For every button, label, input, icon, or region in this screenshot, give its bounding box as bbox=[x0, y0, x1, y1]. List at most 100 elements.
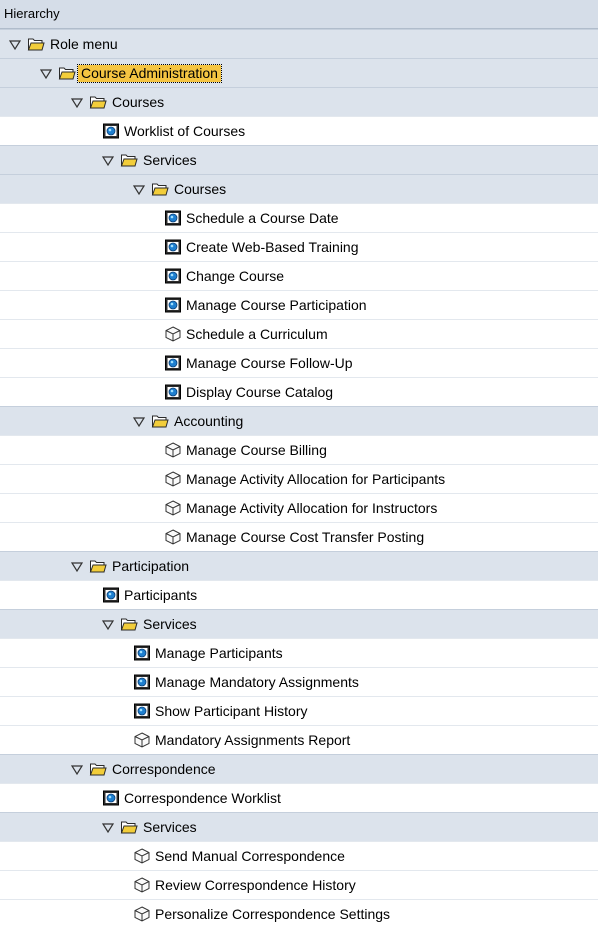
tree-folder-participation[interactable]: Participation bbox=[0, 551, 598, 580]
folder-open-icon bbox=[89, 760, 107, 778]
cube-icon bbox=[133, 847, 151, 865]
tree-item-manage-course-participation[interactable]: Manage Course Participation bbox=[0, 290, 598, 319]
tree-folder-services[interactable]: Services bbox=[0, 609, 598, 638]
tree-item-label: Manage Mandatory Assignments bbox=[155, 674, 359, 690]
tree-item-send-manual-correspondence[interactable]: Send Manual Correspondence bbox=[0, 841, 598, 870]
expand-arrow-icon[interactable] bbox=[101, 618, 115, 631]
tree-item-label: Correspondence Worklist bbox=[124, 790, 281, 806]
tree-folder-label: Role menu bbox=[50, 36, 118, 52]
tree-folder-courses[interactable]: Courses bbox=[0, 174, 598, 203]
tree-item-schedule-a-curriculum[interactable]: Schedule a Curriculum bbox=[0, 319, 598, 348]
folder-open-icon bbox=[89, 557, 107, 575]
tree-item-label: Review Correspondence History bbox=[155, 877, 356, 893]
cube-icon bbox=[164, 441, 182, 459]
tree-item-label: Manage Activity Allocation for Participa… bbox=[186, 471, 446, 487]
transaction-icon bbox=[164, 238, 182, 256]
tree-item-create-web-based-training[interactable]: Create Web-Based Training bbox=[0, 232, 598, 261]
transaction-icon bbox=[133, 644, 151, 662]
tree-folder-services[interactable]: Services bbox=[0, 812, 598, 841]
tree-item-mandatory-assignments-report[interactable]: Mandatory Assignments Report bbox=[0, 725, 598, 754]
tree-item-schedule-a-course-date[interactable]: Schedule a Course Date bbox=[0, 203, 598, 232]
cube-icon bbox=[133, 731, 151, 749]
expand-arrow-icon[interactable] bbox=[132, 415, 146, 428]
transaction-icon bbox=[164, 354, 182, 372]
folder-open-icon bbox=[151, 180, 169, 198]
tree-item-review-correspondence-history[interactable]: Review Correspondence History bbox=[0, 870, 598, 899]
expand-arrow-icon[interactable] bbox=[70, 763, 84, 776]
transaction-icon bbox=[133, 702, 151, 720]
tree-item-manage-activity-allocation-for-participants[interactable]: Manage Activity Allocation for Participa… bbox=[0, 464, 598, 493]
tree-item-display-course-catalog[interactable]: Display Course Catalog bbox=[0, 377, 598, 406]
cube-icon bbox=[164, 470, 182, 488]
folder-open-icon bbox=[120, 615, 138, 633]
transaction-icon bbox=[164, 383, 182, 401]
tree-item-correspondence-worklist[interactable]: Correspondence Worklist bbox=[0, 783, 598, 812]
tree-item-manage-participants[interactable]: Manage Participants bbox=[0, 638, 598, 667]
tree-item-label: Manage Course Cost Transfer Posting bbox=[186, 529, 425, 545]
transaction-icon bbox=[102, 586, 120, 604]
tree-item-show-participant-history[interactable]: Show Participant History bbox=[0, 696, 598, 725]
transaction-icon bbox=[164, 209, 182, 227]
tree-item-label: Participants bbox=[124, 587, 198, 603]
transaction-icon bbox=[102, 122, 120, 140]
tree-folder-accounting[interactable]: Accounting bbox=[0, 406, 598, 435]
tree-folder-label: Services bbox=[143, 616, 197, 632]
cube-icon bbox=[164, 528, 182, 546]
tree-item-manage-course-cost-transfer-posting[interactable]: Manage Course Cost Transfer Posting bbox=[0, 522, 598, 551]
hierarchy-tree: Hierarchy Role menu Course Administration… bbox=[0, 0, 598, 928]
folder-open-icon bbox=[27, 35, 45, 53]
tree-folder-course-administration[interactable]: Course Administration bbox=[0, 58, 598, 87]
folder-open-icon bbox=[58, 64, 76, 82]
tree-item-manage-mandatory-assignments[interactable]: Manage Mandatory Assignments bbox=[0, 667, 598, 696]
expand-arrow-icon[interactable] bbox=[132, 183, 146, 196]
tree-item-change-course[interactable]: Change Course bbox=[0, 261, 598, 290]
transaction-icon bbox=[164, 296, 182, 314]
transaction-icon bbox=[133, 673, 151, 691]
tree-item-manage-activity-allocation-for-instructors[interactable]: Manage Activity Allocation for Instructo… bbox=[0, 493, 598, 522]
tree-folder-role-menu[interactable]: Role menu bbox=[0, 29, 598, 58]
tree-item-label: Send Manual Correspondence bbox=[155, 848, 345, 864]
expand-arrow-icon[interactable] bbox=[39, 67, 53, 80]
tree-item-label: Change Course bbox=[186, 268, 285, 284]
tree-item-personalize-correspondence-settings[interactable]: Personalize Correspondence Settings bbox=[0, 899, 598, 928]
tree-item-label: Manage Course Participation bbox=[186, 297, 367, 313]
folder-open-icon bbox=[120, 151, 138, 169]
tree-item-manage-course-billing[interactable]: Manage Course Billing bbox=[0, 435, 598, 464]
tree-item-label: Schedule a Curriculum bbox=[186, 326, 328, 342]
tree-header: Hierarchy bbox=[0, 0, 598, 29]
tree-item-label: Manage Participants bbox=[155, 645, 283, 661]
cube-icon bbox=[133, 905, 151, 923]
tree-folder-label: Courses bbox=[174, 181, 227, 197]
tree-item-manage-course-follow-up[interactable]: Manage Course Follow-Up bbox=[0, 348, 598, 377]
tree-folder-label: Services bbox=[143, 819, 197, 835]
tree-item-participants[interactable]: Participants bbox=[0, 580, 598, 609]
tree-item-label: Mandatory Assignments Report bbox=[155, 732, 351, 748]
tree-item-worklist-of-courses[interactable]: Worklist of Courses bbox=[0, 116, 598, 145]
tree-item-label: Show Participant History bbox=[155, 703, 308, 719]
tree-folder-label: Courses bbox=[112, 94, 165, 110]
folder-open-icon bbox=[151, 412, 169, 430]
tree-folder-label: Accounting bbox=[174, 413, 244, 429]
tree-folder-label: Services bbox=[143, 152, 197, 168]
tree-folder-label: Participation bbox=[112, 558, 190, 574]
expand-arrow-icon[interactable] bbox=[70, 96, 84, 109]
tree-folder-label: Course Administration bbox=[77, 64, 222, 83]
tree-item-label: Manage Course Follow-Up bbox=[186, 355, 353, 371]
tree-item-label: Manage Course Billing bbox=[186, 442, 327, 458]
expand-arrow-icon[interactable] bbox=[8, 38, 22, 51]
tree-folder-label: Correspondence bbox=[112, 761, 216, 777]
expand-arrow-icon[interactable] bbox=[70, 560, 84, 573]
tree-folder-services[interactable]: Services bbox=[0, 145, 598, 174]
tree-item-label: Schedule a Course Date bbox=[186, 210, 339, 226]
tree-item-label: Create Web-Based Training bbox=[186, 239, 359, 255]
expand-arrow-icon[interactable] bbox=[101, 154, 115, 167]
transaction-icon bbox=[164, 267, 182, 285]
cube-icon bbox=[164, 325, 182, 343]
cube-icon bbox=[164, 499, 182, 517]
cube-icon bbox=[133, 876, 151, 894]
tree-folder-correspondence[interactable]: Correspondence bbox=[0, 754, 598, 783]
tree-folder-courses[interactable]: Courses bbox=[0, 87, 598, 116]
transaction-icon bbox=[102, 789, 120, 807]
tree-item-label: Worklist of Courses bbox=[124, 123, 246, 139]
expand-arrow-icon[interactable] bbox=[101, 821, 115, 834]
